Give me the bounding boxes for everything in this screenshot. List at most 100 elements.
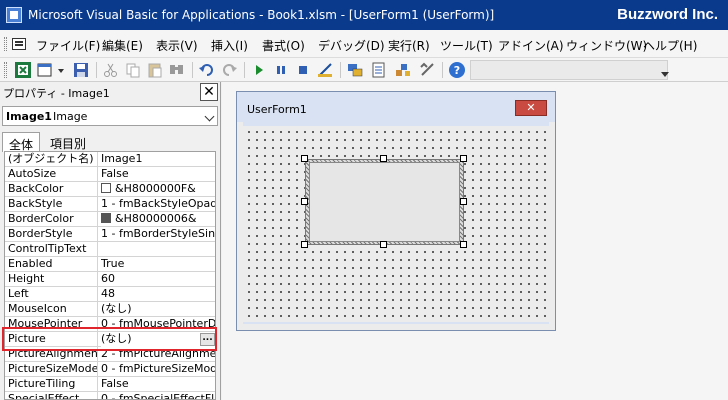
property-row[interactable]: Height 60: [5, 272, 215, 287]
property-row[interactable]: (オブジェクト名) Image1: [5, 152, 215, 167]
property-value[interactable]: 0 - fmSpecialEffectFlat: [101, 392, 215, 399]
object-browser-icon[interactable]: [394, 61, 412, 79]
property-value[interactable]: 48: [101, 287, 215, 302]
save-icon[interactable]: [72, 61, 90, 79]
paste-icon[interactable]: [146, 61, 164, 79]
image-control[interactable]: [309, 162, 460, 242]
toolbox-icon[interactable]: [418, 61, 436, 79]
property-row[interactable]: SpecialEffect 0 - fmSpecialEffectFlat: [5, 392, 215, 399]
menu-grip-icon[interactable]: [4, 37, 7, 51]
menu-view[interactable]: 表示(V): [156, 37, 198, 54]
system-menu-icon[interactable]: [12, 38, 26, 50]
menu-run[interactable]: 実行(R): [388, 37, 430, 54]
menu-insert[interactable]: 挿入(I): [211, 37, 248, 54]
redo-icon[interactable]: [220, 61, 238, 79]
reset-icon[interactable]: [294, 61, 312, 79]
property-value[interactable]: 60: [101, 272, 215, 287]
property-value-text: False: [101, 167, 129, 180]
property-row[interactable]: Left 48: [5, 287, 215, 302]
property-name: PictureSizeMode: [5, 362, 98, 377]
dropdown-arrow-icon[interactable]: [56, 61, 66, 79]
properties-icon[interactable]: [370, 61, 388, 79]
property-row[interactable]: Enabled True: [5, 257, 215, 272]
insert-userform-icon[interactable]: [36, 61, 54, 79]
resize-handle-n[interactable]: [380, 155, 387, 162]
property-row[interactable]: BorderStyle1 - fmBorderStyleSingle: [5, 227, 216, 242]
property-value-text: 1 - fmBorderStyleSingle: [101, 227, 216, 240]
break-icon[interactable]: [272, 61, 290, 79]
properties-tabs: 全体 項目別: [0, 130, 221, 152]
menu-file[interactable]: ファイル(F): [36, 37, 100, 54]
resize-handle-e[interactable]: [460, 198, 467, 205]
property-value-text: False: [101, 377, 129, 390]
property-value[interactable]: 1 - fmBackStyleOpaque: [101, 197, 215, 212]
tab-alphabetic[interactable]: 全体: [2, 132, 41, 152]
view-excel-icon[interactable]: [14, 61, 32, 79]
property-grid: (オブジェクト名) Image1 AutoSize False BackColor &H8…: [4, 151, 216, 400]
standard-toolbar: ?: [0, 58, 728, 82]
menu-window[interactable]: ウィンドウ(W): [566, 37, 647, 54]
menu-tools[interactable]: ツール(T): [440, 37, 493, 54]
property-row[interactable]: PictureTiling False: [5, 377, 215, 392]
property-value[interactable]: Image1: [101, 152, 215, 167]
find-icon[interactable]: [168, 61, 186, 79]
cut-icon[interactable]: [102, 61, 120, 79]
properties-title: プロパティ - Image1: [3, 87, 110, 100]
property-row[interactable]: AutoSize False: [5, 167, 215, 182]
toolbar-options-dropdown[interactable]: [660, 61, 670, 79]
menu-addins[interactable]: アドイン(A): [498, 37, 564, 54]
run-icon[interactable]: [250, 61, 268, 79]
resize-handle-s[interactable]: [380, 241, 387, 248]
property-value-text: &H80000006&: [115, 212, 197, 225]
property-name: Left: [5, 287, 98, 302]
property-name: BorderColor: [5, 212, 98, 227]
menu-help[interactable]: ヘルプ(H): [643, 37, 697, 54]
resize-handle-se[interactable]: [460, 241, 467, 248]
property-value-text: 1 - fmBackStyleOpaque: [101, 197, 215, 210]
tab-categorized[interactable]: 項目別: [44, 132, 92, 152]
property-value[interactable]: False: [101, 377, 215, 392]
chevron-down-icon[interactable]: [204, 111, 215, 122]
menu-format[interactable]: 書式(O): [262, 37, 305, 54]
property-name: PictureTiling: [5, 377, 98, 392]
userform-caption: UserForm1: [247, 103, 307, 116]
property-value-text: Image1: [101, 152, 143, 165]
property-name: BackColor: [5, 182, 98, 197]
toolbar-separator: [340, 62, 341, 78]
property-row[interactable]: ControlTipText: [5, 242, 215, 257]
property-value[interactable]: 1 - fmBorderStyleSingle: [101, 227, 216, 242]
properties-close-button[interactable]: ✕: [200, 83, 218, 101]
property-value[interactable]: 0 - fmPictureSizeModeClip: [101, 362, 215, 377]
property-value[interactable]: True: [101, 257, 215, 272]
help-icon[interactable]: ?: [448, 61, 466, 79]
menu-edit[interactable]: 編集(E): [102, 37, 143, 54]
property-row[interactable]: PictureSizeMode0 - fmPictureSizeModeClip: [5, 362, 215, 377]
property-name: Height: [5, 272, 98, 287]
resize-handle-w[interactable]: [301, 198, 308, 205]
resize-handle-nw[interactable]: [301, 155, 308, 162]
resize-handle-ne[interactable]: [460, 155, 467, 162]
property-row[interactable]: BackColor &H8000000F&: [5, 182, 215, 197]
menu-debug[interactable]: デバッグ(D): [318, 37, 385, 54]
property-value-text: True: [101, 257, 125, 270]
toolbar-separator: [192, 62, 193, 78]
toolbar-grip-icon[interactable]: [4, 62, 7, 78]
userform-close-button[interactable]: ✕: [515, 100, 547, 116]
property-name: AutoSize: [5, 167, 98, 182]
property-value[interactable]: &H80000006&: [101, 212, 215, 227]
toolbar-separator: [96, 62, 97, 78]
copy-icon[interactable]: [124, 61, 142, 79]
property-name: (オブジェクト名): [5, 152, 98, 167]
object-selector[interactable]: Image1 Image: [2, 106, 218, 126]
property-row[interactable]: BackStyle1 - fmBackStyleOpaque: [5, 197, 215, 212]
property-value[interactable]: &H8000000F&: [101, 182, 215, 197]
property-value[interactable]: False: [101, 167, 215, 182]
property-row[interactable]: BorderColor &H80000006&: [5, 212, 215, 227]
property-value[interactable]: [101, 242, 215, 257]
resize-handle-sw[interactable]: [301, 241, 308, 248]
undo-icon[interactable]: [198, 61, 216, 79]
design-mode-icon[interactable]: [316, 61, 334, 79]
property-value[interactable]: (なし): [101, 302, 215, 317]
property-row[interactable]: MouseIcon (なし): [5, 302, 215, 317]
project-explorer-icon[interactable]: [346, 61, 364, 79]
